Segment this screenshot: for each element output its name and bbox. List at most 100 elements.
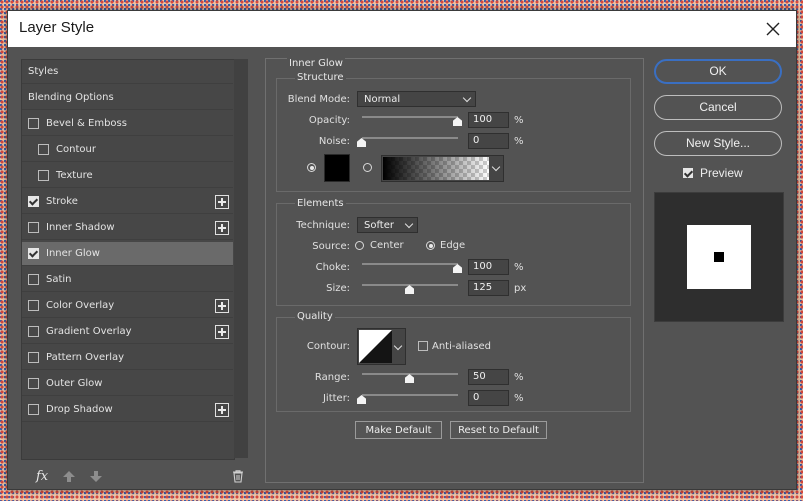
texture-checkbox[interactable] [38,170,49,181]
sidebar-item-label: Blending Options [28,92,114,103]
outer-glow-checkbox[interactable] [28,378,39,389]
sidebar-item-texture[interactable]: Texture [22,164,233,188]
size-input[interactable]: 125 [468,280,509,296]
technique-label: Technique: [296,220,350,231]
blend-mode-select[interactable]: Normal [357,91,476,107]
chevron-down-icon [462,93,472,103]
range-input[interactable]: 50 [468,369,509,385]
sidebar-item-gradient-overlay[interactable]: Gradient Overlay [22,320,233,344]
source-center-label: Center [370,240,404,251]
stroke-checkbox[interactable] [28,196,39,207]
ok-button[interactable]: OK [654,59,782,84]
fx-icon[interactable]: fx [36,469,48,484]
gradient-preview [383,157,489,180]
sidebar-item-label: Inner Shadow [46,222,115,233]
sidebar-item-stroke[interactable]: Stroke [22,190,233,214]
sidebar-item-inner-glow[interactable]: Inner Glow [22,242,233,266]
close-button[interactable] [750,11,796,47]
chevron-down-icon [404,219,414,229]
range-unit: % [514,372,524,383]
quality-title: Quality [295,311,335,322]
sidebar-item-inner-shadow[interactable]: Inner Shadow [22,216,233,240]
styles-list-toolbar: fx [21,459,249,489]
range-label: Range: [314,372,350,383]
gradient-radio[interactable] [363,163,372,172]
add-inner-shadow-icon[interactable] [215,221,229,235]
blend-mode-label: Blend Mode: [287,94,350,105]
choke-slider[interactable] [362,263,458,265]
drop-shadow-checkbox[interactable] [28,404,39,415]
solid-color-radio[interactable] [307,163,316,172]
jitter-input[interactable]: 0 [468,390,509,406]
noise-label: Noise: [318,136,350,147]
opacity-label: Opacity: [308,115,350,126]
glow-color-swatch[interactable] [324,154,350,182]
sidebar-item-satin[interactable]: Satin [22,268,233,292]
make-default-button[interactable]: Make Default [355,421,442,439]
sidebar-item-label: Stroke [46,196,78,207]
styles-list-scrollbar[interactable] [234,59,248,458]
range-slider[interactable] [362,373,458,375]
trash-icon[interactable] [232,470,244,483]
cancel-button[interactable]: Cancel [654,95,782,120]
source-center-radio[interactable] [355,241,364,250]
sidebar-item-label: Inner Glow [46,248,100,259]
source-edge-label: Edge [440,240,466,251]
blend-mode-value: Normal [364,94,401,105]
structure-title: Structure [295,72,346,83]
dialog-title: Layer Style [19,19,95,36]
inner-shadow-checkbox[interactable] [28,222,39,233]
move-down-icon[interactable] [90,471,102,482]
add-stroke-icon[interactable] [215,195,229,209]
technique-value: Softer [364,220,394,231]
sidebar-item-label: Styles [28,66,59,77]
sidebar-item-contour[interactable]: Contour [22,138,233,162]
source-edge-radio[interactable] [426,241,435,250]
new-style-button[interactable]: New Style... [654,131,782,156]
noise-slider[interactable] [362,137,458,139]
opacity-slider[interactable] [362,116,458,118]
choke-input[interactable]: 100 [468,259,509,275]
jitter-slider[interactable] [362,394,458,396]
move-up-icon[interactable] [63,471,75,482]
add-drop-shadow-icon[interactable] [215,403,229,417]
inner-glow-title: Inner Glow [287,58,345,69]
jitter-label: Jitter: [322,393,350,404]
sidebar-item-blending-options[interactable]: Blending Options [22,86,233,110]
layer-style-dialog: Layer Style Styles Blending Options Bevel … [7,10,797,490]
satin-checkbox[interactable] [28,274,39,285]
inner-glow-checkbox[interactable] [28,248,39,259]
size-label: Size: [326,283,350,294]
contour-picker[interactable] [357,328,406,365]
bevel-emboss-checkbox[interactable] [28,118,39,129]
preview-checkbox[interactable] [683,168,693,178]
close-icon [766,22,780,36]
noise-input[interactable]: 0 [468,133,509,149]
sidebar-item-pattern-overlay[interactable]: Pattern Overlay [22,346,233,370]
sidebar-item-styles[interactable]: Styles [22,60,233,84]
opacity-input[interactable]: 100 [468,112,509,128]
pattern-overlay-checkbox[interactable] [28,352,39,363]
reset-to-default-button[interactable]: Reset to Default [450,421,547,439]
gradient-overlay-checkbox[interactable] [28,326,39,337]
size-slider[interactable] [362,284,458,286]
sidebar-item-drop-shadow[interactable]: Drop Shadow [22,398,233,422]
sidebar-item-label: Contour [56,144,96,155]
anti-aliased-label: Anti-aliased [432,341,492,352]
technique-select[interactable]: Softer [357,217,418,233]
elements-title: Elements [295,198,346,209]
sidebar-item-label: Texture [56,170,93,181]
sidebar-item-label: Color Overlay [46,300,115,311]
contour-checkbox[interactable] [38,144,49,155]
anti-aliased-checkbox[interactable] [418,341,428,351]
gradient-picker[interactable] [381,155,504,182]
color-overlay-checkbox[interactable] [28,300,39,311]
add-gradient-overlay-icon[interactable] [215,325,229,339]
styles-list: Styles Blending Options Bevel & Emboss Cont… [21,59,235,460]
add-color-overlay-icon[interactable] [215,299,229,313]
sidebar-item-bevel-emboss[interactable]: Bevel & Emboss [22,112,233,136]
sidebar-item-color-overlay[interactable]: Color Overlay [22,294,233,318]
choke-label: Choke: [315,262,350,273]
chevron-down-icon [491,162,501,172]
sidebar-item-outer-glow[interactable]: Outer Glow [22,372,233,396]
